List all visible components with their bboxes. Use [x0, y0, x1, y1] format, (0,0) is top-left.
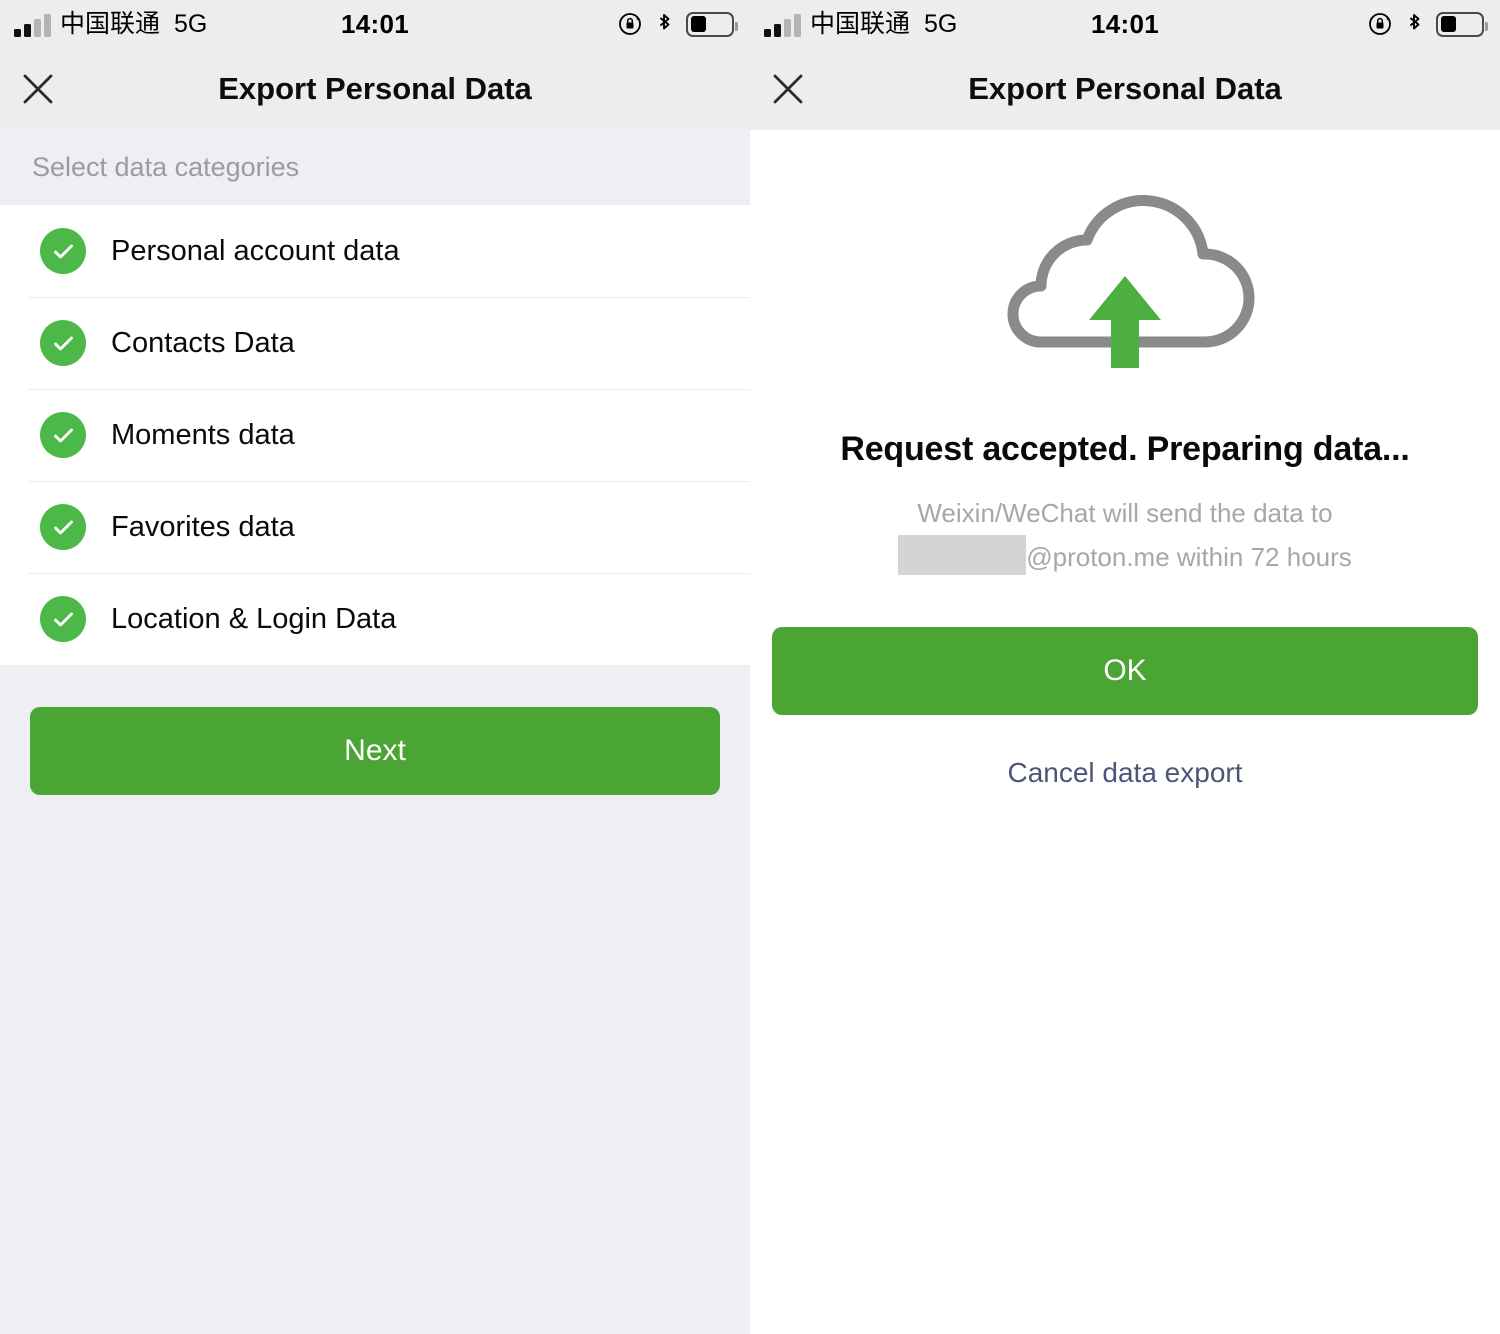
checkmark-icon[interactable]: [40, 596, 86, 642]
close-icon: [773, 74, 803, 104]
left-panel: 中国联通 5G 14:01 Export Personal Data Selec…: [0, 0, 750, 1334]
battery-icon: [686, 11, 738, 37]
list-item-label: Personal account data: [111, 234, 400, 267]
right-panel: 中国联通 5G 14:01 Export Personal Data Reque…: [750, 0, 1500, 1334]
rotation-lock-icon: [617, 11, 643, 37]
list-item[interactable]: Contacts Data: [0, 297, 750, 389]
list-item-label: Contacts Data: [111, 326, 295, 359]
bluetooth-icon: [656, 11, 673, 37]
list-item[interactable]: Moments data: [0, 389, 750, 481]
cloud-upload-icon: [975, 192, 1275, 382]
rotation-lock-icon: [1367, 11, 1393, 37]
page-title: Export Personal Data: [218, 71, 532, 106]
description-line-2: @proton.me within 72 hours: [750, 535, 1500, 579]
status-bar-left: 中国联通 5G 14:01: [0, 0, 750, 48]
close-icon: [23, 74, 53, 104]
next-button[interactable]: Next: [30, 707, 720, 795]
page-title: Export Personal Data: [968, 71, 1282, 106]
battery-icon: [1436, 11, 1488, 37]
status-description: Weixin/WeChat will send the data to @pro…: [750, 491, 1500, 579]
description-line-1: Weixin/WeChat will send the data to: [917, 498, 1333, 528]
dual-screenshot-container: 中国联通 5G 14:01 Export Personal Data Selec…: [0, 0, 1500, 1334]
list-item[interactable]: Favorites data: [0, 481, 750, 573]
email-domain-suffix: @proton.me within 72 hours: [1026, 542, 1352, 573]
checkmark-icon[interactable]: [40, 412, 86, 458]
data-category-list: Personal account data Contacts Data Mome…: [0, 205, 750, 665]
right-panel-body: Request accepted. Preparing data... Weix…: [750, 130, 1500, 1334]
nav-header-right: Export Personal Data: [750, 48, 1500, 130]
status-bar-right-group: [1367, 11, 1488, 37]
redacted-email-block: [898, 535, 1027, 576]
cancel-data-export-link[interactable]: Cancel data export: [1007, 757, 1242, 789]
checkmark-icon[interactable]: [40, 504, 86, 550]
list-item-label: Location & Login Data: [111, 602, 397, 635]
bluetooth-icon: [1406, 11, 1423, 37]
left-panel-body: Select data categories Personal account …: [0, 130, 750, 1334]
ok-button[interactable]: OK: [772, 627, 1478, 716]
ok-button-container: OK: [750, 627, 1500, 716]
checkmark-icon[interactable]: [40, 320, 86, 366]
nav-header-left: Export Personal Data: [0, 48, 750, 130]
list-item-label: Favorites data: [111, 510, 295, 543]
close-button[interactable]: [0, 48, 76, 130]
list-item-label: Moments data: [111, 418, 295, 451]
list-item[interactable]: Personal account data: [0, 205, 750, 297]
status-headline: Request accepted. Preparing data...: [840, 430, 1410, 468]
status-bar-right-group: [617, 11, 738, 37]
section-header: Select data categories: [0, 130, 750, 205]
next-button-container: Next: [0, 665, 750, 795]
checkmark-icon[interactable]: [40, 228, 86, 274]
status-bar-right: 中国联通 5G 14:01: [750, 0, 1500, 48]
list-item[interactable]: Location & Login Data: [0, 573, 750, 665]
close-button[interactable]: [750, 48, 826, 130]
